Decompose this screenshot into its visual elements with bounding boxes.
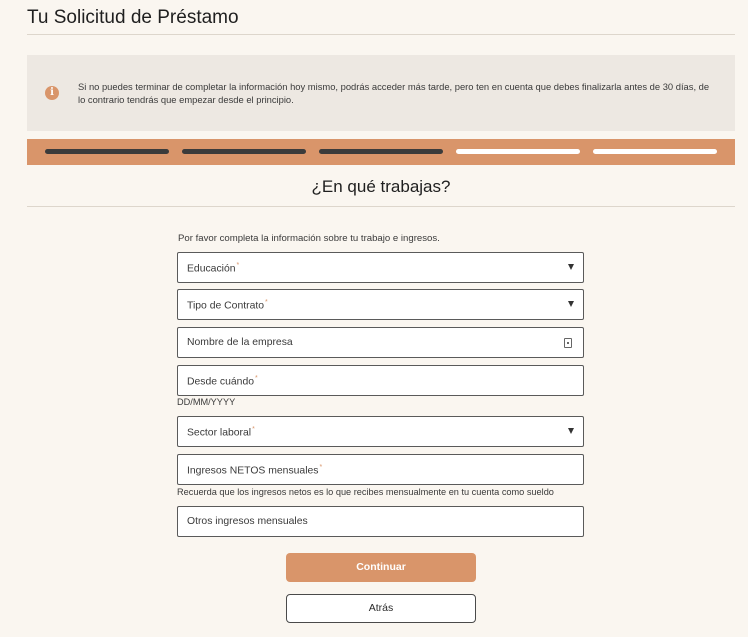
company-name-input[interactable]: Nombre de la empresa [177,327,584,358]
chevron-down-icon [568,301,574,307]
education-select[interactable]: Educación* [177,252,584,283]
work-sector-label: Sector laboral* [187,426,255,439]
contract-type-select[interactable]: Tipo de Contrato* [177,289,584,320]
education-label: Educación* [187,262,240,275]
notice-text: Si no puedes terminar de completar la in… [78,81,710,105]
other-income-label: Otros ingresos mensuales [187,516,308,527]
since-when-input[interactable]: Desde cuándo* [177,365,584,396]
progress-step-5 [593,149,717,154]
date-format-hint: DD/MM/YYYY [177,397,236,407]
since-when-label: Desde cuándo* [187,375,258,388]
back-button[interactable]: Atrás [286,594,476,623]
page-title: Tu Solicitud de Préstamo [27,7,239,28]
progress-bar [27,139,735,165]
progress-step-2 [182,149,306,154]
autofill-icon[interactable] [564,338,572,348]
progress-step-4 [456,149,580,154]
title-divider [27,34,735,35]
section-divider [27,206,735,207]
other-income-input[interactable]: Otros ingresos mensuales [177,506,584,537]
progress-step-3 [319,149,443,154]
section-title: ¿En qué trabajas? [311,177,451,196]
company-name-label: Nombre de la empresa [187,337,293,348]
net-income-label: Ingresos NETOS mensuales* [187,464,323,477]
net-income-input[interactable]: Ingresos NETOS mensuales* [177,454,584,485]
progress-step-1 [45,149,169,154]
continue-button[interactable]: Continuar [286,553,476,582]
contract-type-label: Tipo de Contrato* [187,299,268,312]
net-income-hint: Recuerda que los ingresos netos es lo qu… [177,487,554,497]
chevron-down-icon [568,428,574,434]
chevron-down-icon [568,264,574,270]
info-notice: i Si no puedes terminar de completar la … [27,55,735,131]
form-intro: Por favor completa la información sobre … [178,233,440,244]
info-icon: i [45,86,59,100]
work-sector-select[interactable]: Sector laboral* [177,416,584,447]
